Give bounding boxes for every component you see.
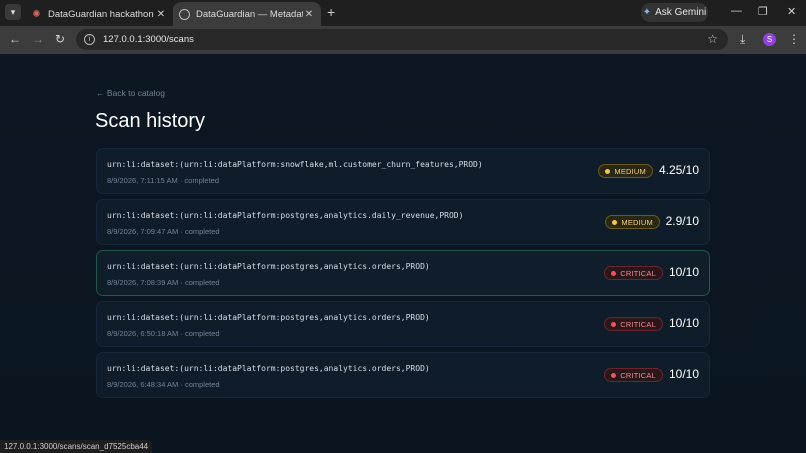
severity-label: MEDIUM (621, 217, 653, 227)
severity-badge: MEDIUM (598, 164, 653, 178)
scan-row[interactable]: urn:li:dataset:(urn:li:dataPlatform:post… (96, 352, 710, 398)
forward-arrow-icon[interactable]: → (32, 32, 44, 46)
back-arrow-icon[interactable]: ← (9, 32, 21, 46)
severity-badge: CRITICAL (604, 317, 663, 331)
browser-tab-2[interactable]: DataGuardian — Metadata-Awa ✕ (173, 2, 321, 26)
risk-score: 2.9/10 (665, 214, 699, 228)
favicon-icon: ✺ (32, 8, 41, 20)
severity-dot-icon (605, 168, 611, 174)
close-window-icon[interactable]: ✕ (787, 5, 796, 18)
site-info-icon[interactable]: i (84, 34, 95, 45)
scan-urn: urn:li:dataset:(urn:li:dataPlatform:post… (107, 364, 430, 373)
reload-icon[interactable]: ↻ (55, 32, 65, 46)
severity-label: MEDIUM (614, 166, 646, 176)
gemini-spark-icon: ✦ (642, 7, 652, 18)
risk-score: 10/10 (668, 316, 699, 330)
risk-score: 10/10 (668, 265, 699, 279)
bookmark-star-icon[interactable]: ☆ (707, 32, 718, 46)
back-to-catalog-link[interactable]: ← Back to catalog (96, 88, 165, 98)
severity-label: CRITICAL (620, 319, 656, 329)
status-bar-url: 127.0.0.1:3000/scans/scan_d7525cba44 (0, 440, 153, 453)
url-text: 127.0.0.1:3000/scans (103, 34, 194, 45)
browser-toolbar: ← → ↻ i 127.0.0.1:3000/scans ☆ ⤓ S ⋮ (0, 26, 806, 54)
scan-row[interactable]: urn:li:dataset:(urn:li:dataPlatform:post… (96, 199, 710, 245)
severity-dot-icon (611, 372, 617, 378)
kebab-menu-icon[interactable]: ⋮ (788, 32, 800, 46)
severity-badge: MEDIUM (605, 215, 660, 229)
severity-dot-icon (611, 270, 617, 276)
scan-urn: urn:li:dataset:(urn:li:dataPlatform:snow… (107, 160, 483, 169)
download-icon[interactable]: ⤓ (740, 32, 745, 47)
tab-title: DataGuardian — Metadata-Awa (196, 8, 303, 20)
tab-title: DataGuardian hackathon projec (48, 8, 155, 20)
severity-badge: CRITICAL (604, 266, 663, 280)
severity-dot-icon (611, 321, 617, 327)
close-tab-icon[interactable]: ✕ (155, 9, 167, 20)
tab-search-icon[interactable]: ▾ (5, 4, 21, 20)
browser-tab-1[interactable]: ✺ DataGuardian hackathon projec ✕ (25, 2, 173, 26)
globe-icon (179, 8, 190, 20)
restore-icon[interactable]: ❐ (758, 5, 768, 18)
profile-avatar[interactable]: S (763, 33, 776, 46)
severity-label: CRITICAL (620, 370, 656, 380)
severity-badge: CRITICAL (604, 368, 663, 382)
scan-urn: urn:li:dataset:(urn:li:dataPlatform:post… (107, 211, 464, 220)
ask-gemini-button[interactable]: ✦ Ask Gemini (641, 3, 708, 22)
scan-row[interactable]: urn:li:dataset:(urn:li:dataPlatform:post… (96, 250, 710, 296)
risk-score: 10/10 (668, 367, 699, 381)
severity-label: CRITICAL (620, 268, 656, 278)
ask-gemini-label: Ask Gemini (655, 7, 707, 18)
scan-urn: urn:li:dataset:(urn:li:dataPlatform:post… (107, 313, 430, 322)
close-tab-icon[interactable]: ✕ (303, 9, 315, 20)
scan-list: urn:li:dataset:(urn:li:dataPlatform:snow… (96, 148, 710, 403)
scan-row[interactable]: urn:li:dataset:(urn:li:dataPlatform:snow… (96, 148, 710, 194)
scan-meta: 8/9/2026, 6:50:18 AM · completed (107, 329, 220, 338)
severity-dot-icon (612, 219, 618, 225)
scan-meta: 8/9/2026, 7:09:47 AM · completed (107, 227, 220, 236)
page-title: Scan history (95, 110, 206, 132)
scan-meta: 8/9/2026, 7:08:39 AM · completed (107, 278, 220, 287)
risk-score: 4.25/10 (658, 163, 699, 177)
scan-meta: 8/9/2026, 7:11:15 AM · completed (107, 176, 220, 185)
minimize-icon[interactable]: — (731, 5, 742, 17)
tab-strip: ▾ ✺ DataGuardian hackathon projec ✕ Data… (0, 0, 806, 26)
scan-row[interactable]: urn:li:dataset:(urn:li:dataPlatform:post… (96, 301, 710, 347)
address-bar[interactable]: i 127.0.0.1:3000/scans ☆ (76, 29, 728, 50)
new-tab-icon[interactable]: + (327, 4, 335, 20)
scan-urn: urn:li:dataset:(urn:li:dataPlatform:post… (107, 262, 430, 271)
page-content: ← Back to catalog Scan history urn:li:da… (0, 54, 806, 453)
scan-meta: 8/9/2026, 6:48:34 AM · completed (107, 380, 220, 389)
